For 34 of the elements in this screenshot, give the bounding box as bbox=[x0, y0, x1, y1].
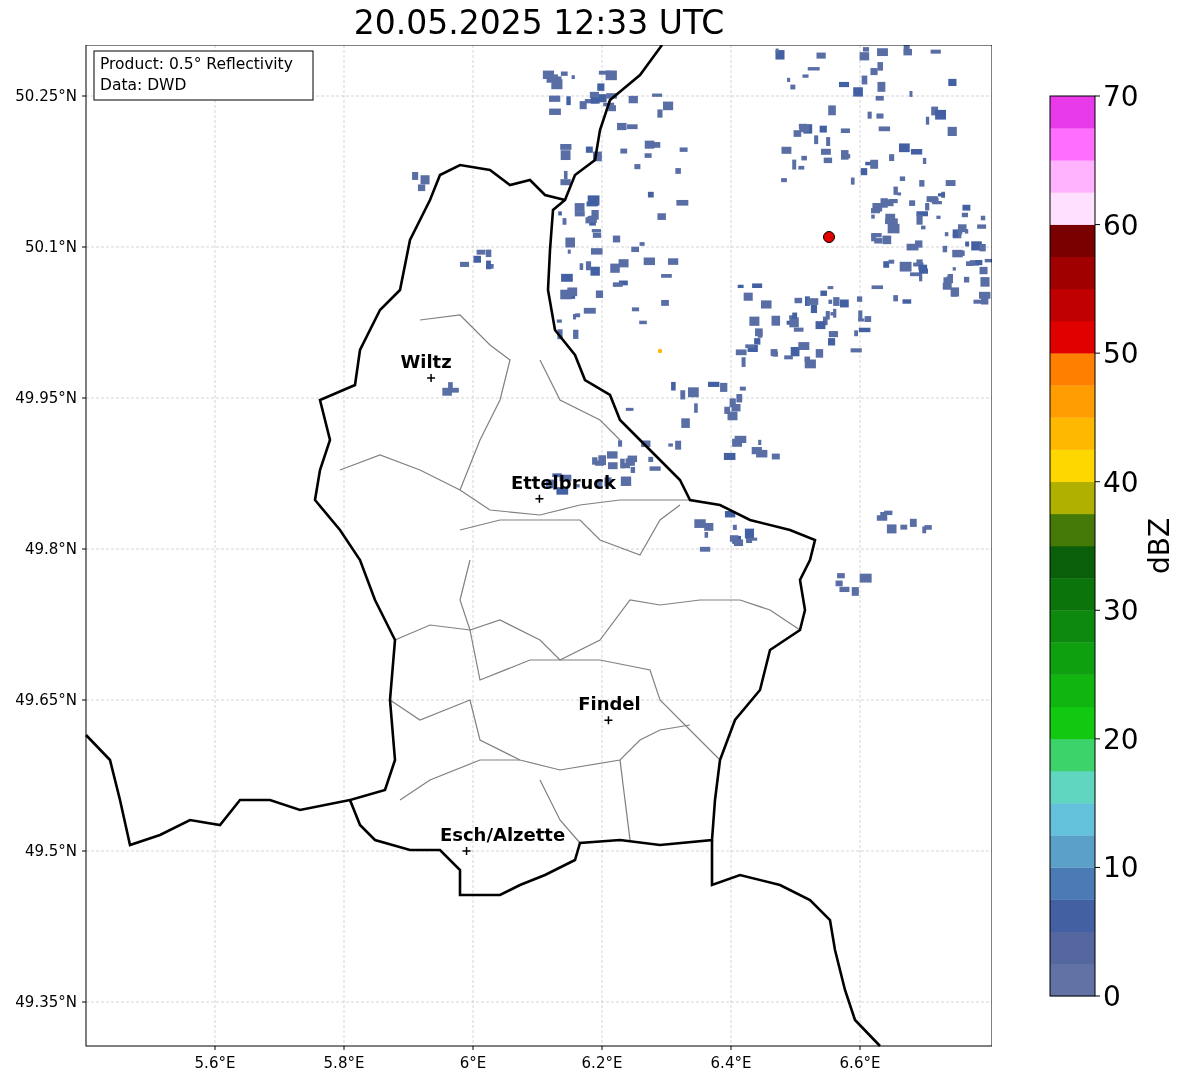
latitude-tick-label: 49.65°N bbox=[15, 691, 77, 709]
colorbar-tick-label: 10 bbox=[1103, 851, 1139, 885]
colorbar-tick-label: 50 bbox=[1103, 337, 1139, 371]
radar-site-marker bbox=[823, 231, 835, 243]
city-label: Esch/Alzette bbox=[439, 824, 566, 846]
colorbar-tick-label: 20 bbox=[1103, 722, 1139, 756]
city-marker-icon bbox=[603, 715, 614, 725]
latitude-tick-label: 49.35°N bbox=[15, 993, 77, 1012]
colorbar-tick-label: 70 bbox=[1103, 80, 1139, 113]
colorbar-tick-label: 40 bbox=[1103, 465, 1139, 499]
city-label: Wiltz bbox=[400, 350, 452, 372]
chart-title: 20.05.2025 12:33 UTC bbox=[353, 6, 725, 39]
city-marker-icon bbox=[461, 846, 472, 856]
city-marker-icon bbox=[426, 373, 436, 383]
latitude-tick-label: 49.8°N bbox=[24, 540, 77, 558]
echo-dot bbox=[657, 348, 663, 354]
colorbar-tick-label: 0 bbox=[1103, 980, 1121, 1013]
latitude-tick-label: 49.5°N bbox=[24, 842, 77, 861]
colorbar-tick-label: 30 bbox=[1103, 594, 1139, 628]
latitude-tick-label: 49.95°N bbox=[15, 389, 77, 407]
info-text: Data: DWD bbox=[100, 76, 187, 94]
longitude-tick-label: 5.8°E bbox=[323, 1054, 365, 1072]
longitude-tick-label: 6.4°E bbox=[710, 1054, 752, 1072]
longitude-tick-label: 6.6°E bbox=[839, 1054, 881, 1072]
info-text: Product: 0.5° Reflectivity bbox=[100, 55, 293, 73]
longitude-tick-label: 5.6°E bbox=[194, 1054, 236, 1072]
latitude-tick-label: 50.1°N bbox=[24, 238, 77, 256]
colorbar-label: dBZ bbox=[1143, 517, 1176, 575]
city-marker-icon bbox=[534, 493, 545, 504]
longitude-tick-label: 6.2°E bbox=[581, 1054, 623, 1072]
city-label: Findel bbox=[578, 693, 641, 715]
colorbar-tick-label: 60 bbox=[1103, 208, 1139, 242]
longitude-tick-label: 6°E bbox=[459, 1054, 487, 1072]
latitude-tick-label: 50.25°N bbox=[15, 87, 77, 105]
